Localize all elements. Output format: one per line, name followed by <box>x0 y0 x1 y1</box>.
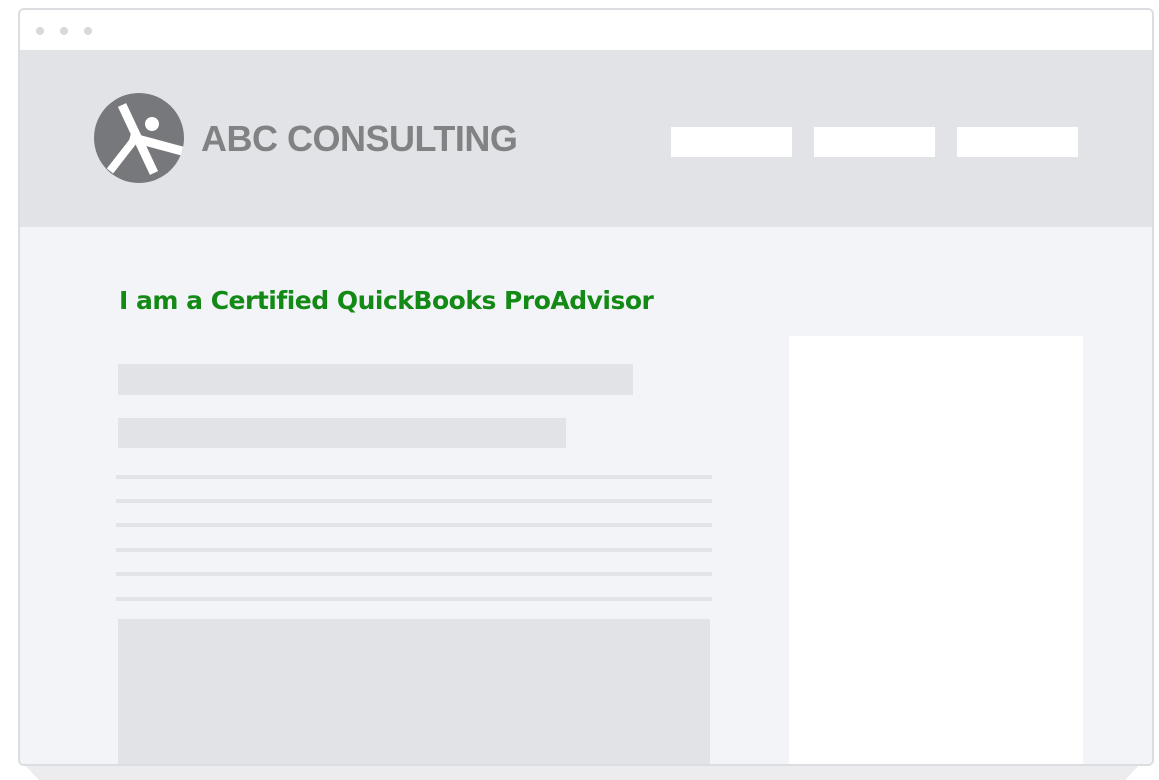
image-placeholder <box>118 619 710 764</box>
window-minimize-dot[interactable] <box>60 27 68 35</box>
text-line-placeholder <box>116 475 712 479</box>
text-line-placeholder <box>116 499 712 503</box>
text-line-placeholder <box>116 523 712 527</box>
page-headline: I am a Certified QuickBooks ProAdvisor <box>119 286 654 315</box>
nav-item-1[interactable] <box>671 127 792 157</box>
text-line-placeholder <box>116 572 712 576</box>
sidebar-panel <box>789 336 1083 764</box>
nav-item-3[interactable] <box>957 127 1078 157</box>
site-header: ABC CONSULTING <box>20 50 1152 227</box>
window-maximize-dot[interactable] <box>84 27 92 35</box>
text-line-placeholder <box>116 548 712 552</box>
subheading-placeholder <box>118 364 633 395</box>
runner-in-circle-icon[interactable] <box>94 93 184 183</box>
window-close-dot[interactable] <box>36 27 44 35</box>
web-page: ABC CONSULTING I am a Certified QuickBoo… <box>20 50 1152 764</box>
browser-window: ABC CONSULTING I am a Certified QuickBoo… <box>18 8 1154 766</box>
brand-name: ABC CONSULTING <box>201 118 518 159</box>
text-line-placeholder <box>116 597 712 601</box>
browser-title-bar <box>20 10 1152 50</box>
subheading-placeholder-2 <box>118 418 566 448</box>
nav-item-2[interactable] <box>814 127 935 157</box>
